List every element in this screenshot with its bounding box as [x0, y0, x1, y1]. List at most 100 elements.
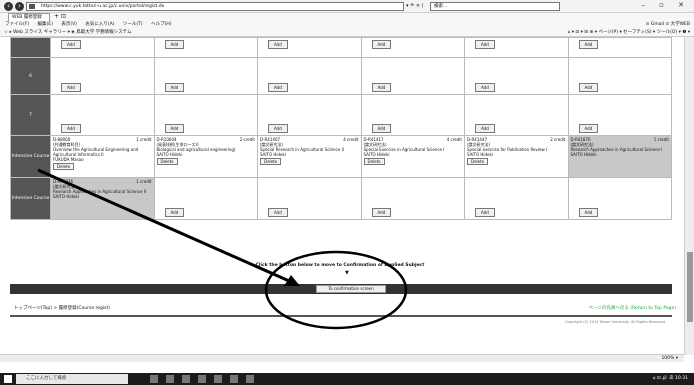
add-button[interactable]: Add: [268, 40, 288, 49]
add-button[interactable]: Add: [475, 208, 495, 217]
timetable-cell: Add: [153, 37, 258, 58]
store-icon[interactable]: [198, 375, 206, 383]
timetable-cell: Add: [50, 57, 155, 95]
system-tray[interactable]: ⌂ ⊡ 🔊 あ 10:31: [653, 374, 688, 384]
add-button[interactable]: Add: [371, 40, 392, 49]
address-bar-tools[interactable]: ▾ ≙ ✕ (: [406, 2, 424, 11]
add-button[interactable]: Add: [578, 83, 599, 92]
add-button[interactable]: Add: [268, 83, 288, 92]
course-credits: 1 credit: [653, 137, 669, 142]
timetable-cell: Add: [464, 57, 569, 95]
add-button[interactable]: Add: [164, 208, 185, 217]
menu-shortcuts[interactable]: ⊙ Gmail ⊙ 大学WEB: [646, 21, 690, 29]
timetable-cell: Add: [567, 94, 672, 136]
course-entry: D-R41417 4 credit (論文研究法) Special Exercis…: [362, 136, 465, 166]
add-button[interactable]: Add: [61, 124, 81, 133]
timetable-cell: Add: [153, 177, 258, 220]
row-header: [10, 37, 51, 58]
delete-button[interactable]: Delete: [467, 158, 489, 165]
timetable-cell: Add: [360, 37, 465, 58]
timetable-cell: Add: [257, 94, 362, 136]
browser-tab[interactable]: WEB 履修登録: [8, 13, 50, 21]
course-entry: D-R41376 1 credit (論文研究法) Research Approa…: [51, 178, 154, 200]
address-bar[interactable]: https://www.c.yuk.tottori-u.ac.jp/c.univ…: [26, 2, 404, 11]
add-button[interactable]: Add: [578, 40, 599, 49]
course-teacher: SAITO Hideki: [53, 194, 79, 199]
task-view-icon[interactable]: [150, 375, 158, 383]
add-button[interactable]: Add: [164, 40, 185, 49]
forward-icon[interactable]: ›: [15, 2, 24, 11]
menu-file[interactable]: ファイル(F): [5, 22, 29, 27]
delete-button[interactable]: Delete: [363, 158, 385, 165]
windows-start-icon[interactable]: [4, 375, 12, 383]
course-teacher: SAITO Hideki: [363, 152, 390, 157]
timetable-cell: Add: [50, 94, 155, 136]
page-content: Add Add Add Add Add Add 6 Add Add Add Ad…: [0, 37, 680, 355]
add-button[interactable]: Add: [475, 40, 495, 49]
table-row: 7 Add Add Add Add Add Add: [10, 94, 672, 136]
timetable-cell: Add: [464, 94, 569, 136]
delete-button[interactable]: Delete: [260, 158, 282, 165]
breadcrumb[interactable]: トップページ(Top) > 履修登録(Course regist): [14, 305, 110, 311]
timetable-cell: Add: [360, 177, 465, 220]
course-entry: D-88000 1 credit (共通教育科目) Overview the Ag…: [51, 136, 154, 171]
menu-view[interactable]: 表示(V): [61, 22, 77, 27]
timetable-cell: Add: [50, 37, 155, 58]
window-controls[interactable]: – ▫ ✕: [641, 1, 690, 9]
add-button[interactable]: Add: [268, 208, 288, 217]
add-button[interactable]: Add: [578, 124, 599, 133]
add-button[interactable]: Add: [164, 83, 185, 92]
course-credits: 4 credit: [446, 137, 462, 142]
timetable-cell: Add: [567, 37, 672, 58]
menu-bar: ファイル(F) 編集(E) 表示(V) お気に入り(A) ツール(T) ヘルプ(…: [0, 21, 694, 29]
app-icon[interactable]: [246, 375, 254, 383]
to-confirmation-button[interactable]: To confirmation screen: [316, 285, 386, 293]
taskbar-search-input[interactable]: ここに入力して検索: [16, 374, 128, 384]
row-header: 6: [10, 57, 51, 95]
course-credits: 4 credit: [343, 137, 359, 142]
back-icon[interactable]: ‹: [4, 2, 13, 11]
file-explorer-icon[interactable]: [182, 375, 190, 383]
course-teacher: SAITO Hideki: [260, 152, 286, 157]
site-favicon-icon: [29, 4, 35, 9]
return-to-top-link[interactable]: ページの先頭へ戻る (Return to Top Page): [588, 305, 676, 311]
add-button[interactable]: Add: [371, 83, 392, 92]
ie-browser-icon[interactable]: [230, 375, 238, 383]
add-button[interactable]: Add: [475, 83, 495, 92]
table-row: Add Add Add Add Add Add: [10, 37, 672, 58]
confirmation-instruction: Click the button below to move to Confir…: [255, 263, 425, 268]
edge-browser-icon[interactable]: [166, 375, 174, 383]
url-text: https://www.c.yuk.tottori-u.ac.jp/c.univ…: [41, 4, 165, 9]
menu-edit[interactable]: 編集(E): [38, 22, 53, 27]
course-cell: D-R10604 2 credit (発表技術(生命ロース)) Biologica…: [153, 135, 258, 178]
timetable-cell: Add: [360, 94, 465, 136]
course-teacher: SAITO Hideki: [570, 152, 597, 157]
vertical-scrollbar[interactable]: [684, 37, 694, 355]
delete-button[interactable]: Delete: [156, 158, 178, 165]
menu-help[interactable]: ヘルプ(H): [151, 22, 171, 27]
menu-favorites[interactable]: お気に入り(A): [85, 22, 114, 27]
zoom-level[interactable]: 100% ▾: [661, 355, 678, 362]
add-button[interactable]: Add: [371, 208, 392, 217]
course-cell: D-R41417 4 credit (論文研究法) Special Exercis…: [360, 135, 465, 178]
command-bar[interactable]: ⌂ ▾ ⊡ ▾ ⊟ ⊕ ▾ ページ(P) ▾ セーフティ(S) ▾ ツール(O)…: [567, 29, 690, 37]
add-button[interactable]: Add: [61, 83, 81, 92]
new-tab-icon[interactable]: + ⊡: [54, 13, 66, 20]
mail-icon[interactable]: [214, 375, 222, 383]
delete-button[interactable]: Delete: [53, 163, 75, 170]
down-arrow-icon: ▼: [345, 270, 349, 276]
add-button[interactable]: Add: [268, 124, 288, 133]
timetable-cell: Add: [567, 57, 672, 95]
add-button[interactable]: Add: [371, 124, 392, 133]
favorites-links[interactable]: ☆ ▸ Web スライス ギャラリー ▾ ◈ 鳥取大学 学務情報システム: [4, 29, 132, 37]
menu-tools[interactable]: ツール(T): [123, 22, 143, 27]
tray-clock: 10:31: [675, 376, 688, 381]
scrollbar-thumb[interactable]: [687, 252, 693, 322]
add-button[interactable]: Add: [61, 40, 81, 49]
course-credits: 2 credit: [239, 137, 255, 142]
add-button[interactable]: Add: [164, 124, 185, 133]
browser-search-input[interactable]: 検索...: [430, 2, 560, 11]
timetable-grid: Add Add Add Add Add Add 6 Add Add Add Ad…: [10, 37, 672, 220]
add-button[interactable]: Add: [578, 208, 599, 217]
add-button[interactable]: Add: [475, 124, 495, 133]
